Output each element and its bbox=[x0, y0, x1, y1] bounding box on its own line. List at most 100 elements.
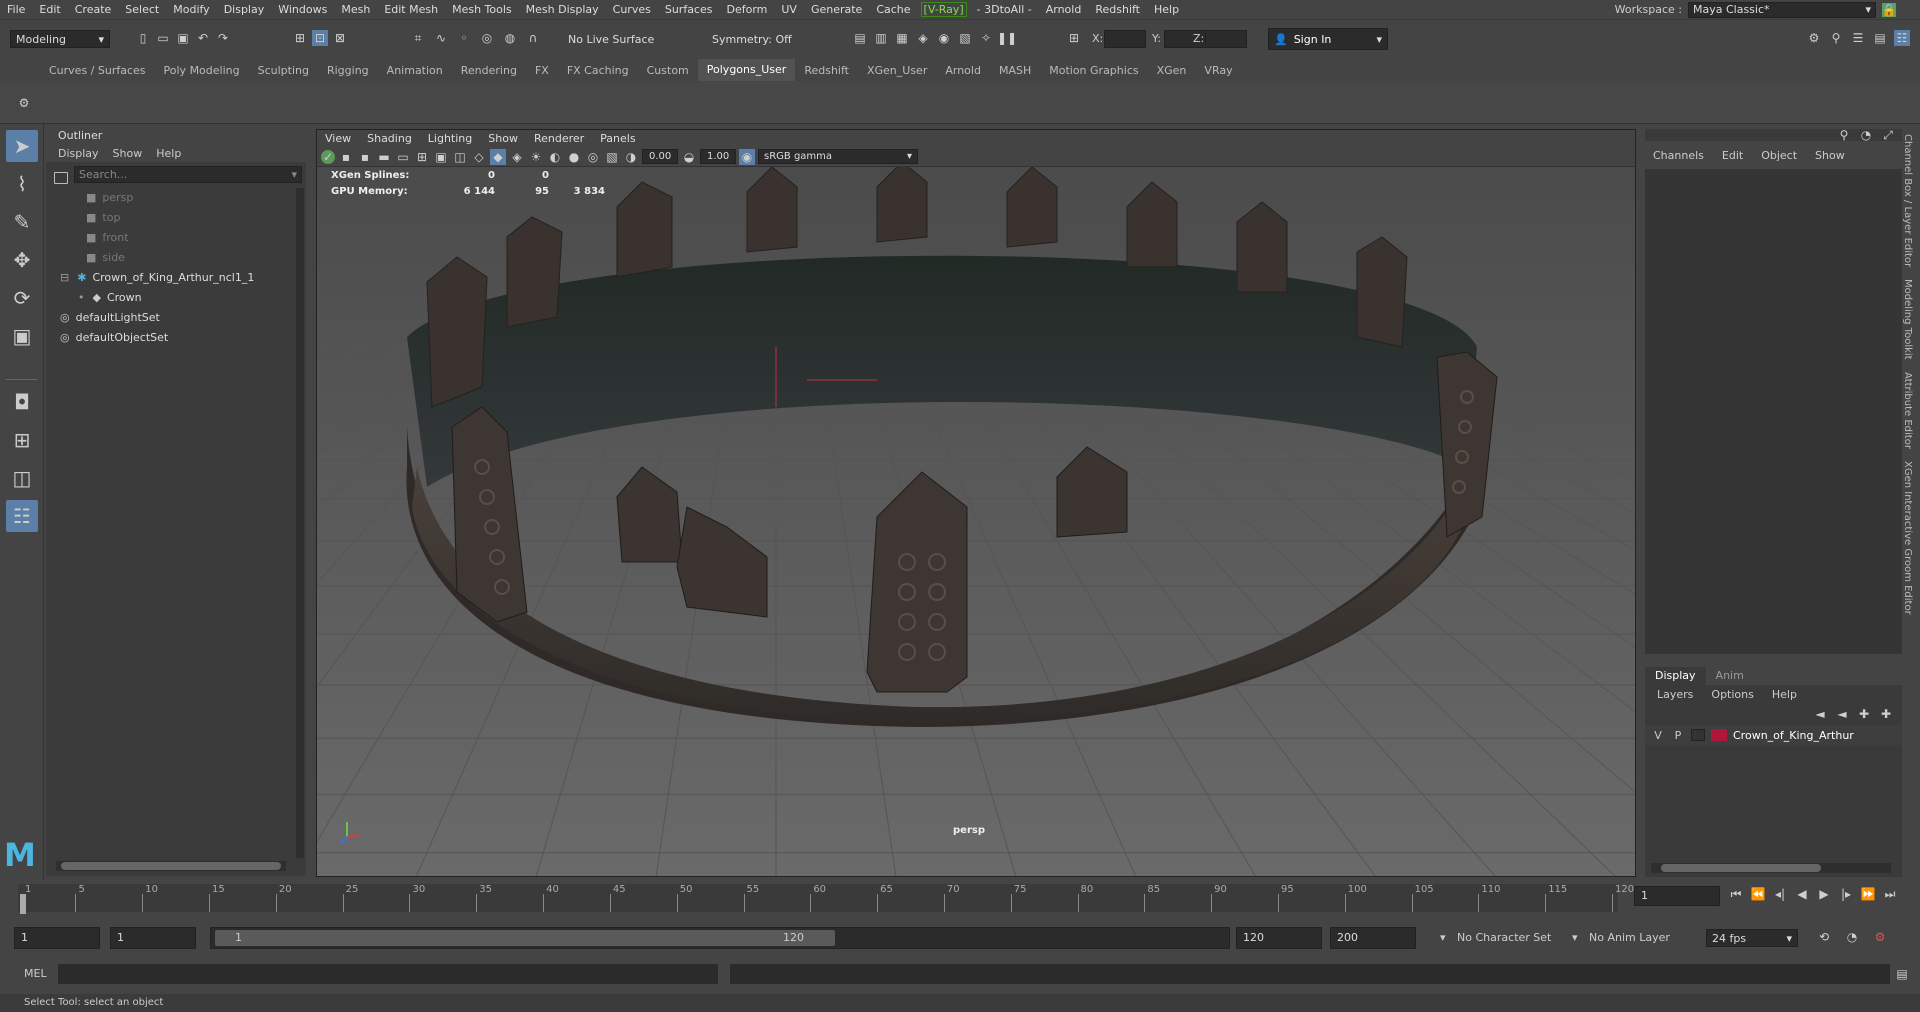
menu-edit-mesh[interactable]: Edit Mesh bbox=[377, 3, 445, 16]
shelf-settings-icon[interactable]: ⚙ bbox=[16, 95, 32, 111]
loop-icon[interactable]: ⟲ bbox=[1816, 929, 1832, 945]
go-to-end-icon[interactable]: ⏭ bbox=[1882, 886, 1898, 902]
outliner-menu-help[interactable]: Help bbox=[156, 147, 181, 160]
pause-icon[interactable]: ❚❚ bbox=[997, 30, 1017, 46]
snap-point-icon[interactable]: ◦ bbox=[456, 30, 472, 46]
go-to-start-icon[interactable]: ⏮ bbox=[1728, 886, 1744, 902]
layer-color-swatch[interactable] bbox=[1711, 729, 1727, 741]
time-slider[interactable]: 1 5 10 15 20 25 30 35 40 45 50 55 60 65 70 75 80 85 90 95 10… bbox=[0, 880, 1920, 916]
menu-surfaces[interactable]: Surfaces bbox=[658, 3, 720, 16]
anim-end-field[interactable]: 200 bbox=[1330, 927, 1416, 949]
menu-windows[interactable]: Windows bbox=[271, 3, 334, 16]
outliner-menu-show[interactable]: Show bbox=[113, 147, 143, 160]
menu-cache[interactable]: Cache bbox=[869, 3, 917, 16]
redo-icon[interactable]: ↷ bbox=[215, 30, 231, 46]
shelf-tab-poly-modeling[interactable]: Poly Modeling bbox=[155, 64, 249, 77]
outliner-item[interactable]: ■ top bbox=[46, 207, 306, 227]
layer-tab-display[interactable]: Display bbox=[1645, 667, 1706, 685]
viewport-menu-view[interactable]: View bbox=[317, 132, 359, 145]
step-forward-key-icon[interactable]: |▸ bbox=[1838, 886, 1854, 902]
modeling-toolkit-icon[interactable]: ⚙ bbox=[1806, 30, 1822, 46]
move-layer-up-icon[interactable]: ◄ bbox=[1812, 706, 1828, 722]
shelf-tab-xgen[interactable]: XGen bbox=[1148, 64, 1196, 77]
outliner-item[interactable]: • ◆ Crown bbox=[46, 287, 306, 307]
new-scene-icon[interactable]: ▯ bbox=[135, 30, 151, 46]
filter-icon[interactable] bbox=[54, 172, 68, 184]
side-tab-xgen-interactive-groom-editor[interactable]: XGen Interactive Groom Editor bbox=[1902, 455, 1913, 621]
play-forwards-icon[interactable]: ▶ bbox=[1816, 886, 1832, 902]
character-set-select[interactable]: ▾ No Character Set bbox=[1440, 931, 1551, 944]
hypershade-icon[interactable]: ◈ bbox=[915, 30, 931, 46]
playhead[interactable] bbox=[20, 894, 26, 914]
vray-ipr-icon[interactable]: ▧ bbox=[957, 30, 973, 46]
select-hierarchy-icon[interactable]: ⊞ bbox=[292, 30, 308, 46]
step-back-icon[interactable]: ⏪ bbox=[1750, 886, 1766, 902]
select-component-icon[interactable]: ⊠ bbox=[332, 30, 348, 46]
menu-display[interactable]: Display bbox=[217, 3, 272, 16]
gamma-field[interactable]: 1.00 bbox=[700, 149, 736, 164]
color-management-icon[interactable]: ◉ bbox=[739, 148, 755, 165]
camera-select-icon[interactable]: ✓ bbox=[321, 149, 335, 164]
four-view-icon[interactable]: ⊞ bbox=[6, 424, 38, 456]
open-scene-icon[interactable]: ▭ bbox=[155, 30, 171, 46]
shelf-tab-motion-graphics[interactable]: Motion Graphics bbox=[1040, 64, 1147, 77]
scene-canvas[interactable] bbox=[317, 167, 1636, 877]
outliner-item[interactable]: ⊟ ✱ Crown_of_King_Arthur_ncl1_1 bbox=[46, 267, 306, 287]
workspace-select[interactable]: Maya Classic* ▾ bbox=[1688, 1, 1876, 18]
lasso-tool-icon[interactable]: ⌇ bbox=[6, 168, 38, 200]
snap-grid-icon[interactable]: ⌗ bbox=[410, 30, 426, 46]
sync-icon[interactable]: ◔ bbox=[1858, 127, 1874, 143]
script-editor-icon[interactable]: ▤ bbox=[1894, 966, 1910, 982]
menu-generate[interactable]: Generate bbox=[804, 3, 869, 16]
menu-file[interactable]: File bbox=[0, 3, 32, 16]
menu-mesh-tools[interactable]: Mesh Tools bbox=[445, 3, 519, 16]
exposure-field[interactable]: 0.00 bbox=[642, 149, 678, 164]
snap-surface-icon[interactable]: ◍ bbox=[502, 30, 518, 46]
sign-in-button[interactable]: 👤 Sign In ▾ bbox=[1268, 28, 1388, 50]
attribute-editor-icon[interactable]: ☰ bbox=[1850, 30, 1866, 46]
menu-curves[interactable]: Curves bbox=[606, 3, 658, 16]
mel-input[interactable] bbox=[58, 964, 718, 984]
layer-name[interactable]: Crown_of_King_Arthur bbox=[1733, 729, 1854, 742]
move-layer-down-icon[interactable]: ◄ bbox=[1834, 706, 1850, 722]
transform-grid-icon[interactable]: ⊞ bbox=[1066, 30, 1082, 46]
paint-select-icon[interactable]: ✎ bbox=[6, 206, 38, 238]
anim-layer-select[interactable]: ▾ No Anim Layer bbox=[1572, 931, 1670, 944]
shelf-tab-rigging[interactable]: Rigging bbox=[318, 64, 378, 77]
playback-end-field[interactable]: 120 bbox=[1236, 927, 1322, 949]
z-field[interactable] bbox=[1205, 30, 1247, 48]
outliner-item[interactable]: ■ side bbox=[46, 247, 306, 267]
playback-start-field[interactable]: 1 bbox=[110, 927, 196, 949]
resolution-gate-icon[interactable]: ▣ bbox=[433, 149, 449, 165]
viewport-menu-panels[interactable]: Panels bbox=[592, 132, 643, 145]
menu-redshift[interactable]: Redshift bbox=[1088, 3, 1147, 16]
vray-render-icon[interactable]: ◉ bbox=[936, 30, 952, 46]
arnold-render-icon[interactable]: ✧ bbox=[978, 30, 994, 46]
symmetry-select[interactable]: Symmetry: Off bbox=[706, 30, 802, 48]
channel-menu-object[interactable]: Object bbox=[1761, 149, 1797, 162]
textured-icon[interactable]: ◈ bbox=[509, 149, 525, 165]
single-perspective-icon[interactable]: ◘ bbox=[6, 386, 38, 418]
shadows-icon[interactable]: ◐ bbox=[547, 149, 563, 165]
scale-tool-icon[interactable]: ▣ bbox=[6, 320, 38, 352]
range-bar[interactable]: 1 120 bbox=[210, 927, 1230, 949]
undo-icon[interactable]: ↶ bbox=[195, 30, 211, 46]
wireframe-icon[interactable]: ◇ bbox=[471, 149, 487, 165]
viewport-menu-renderer[interactable]: Renderer bbox=[526, 132, 592, 145]
new-layer-selected-icon[interactable]: ✚ bbox=[1878, 706, 1894, 722]
outliner-layout-icon[interactable]: ☷ bbox=[6, 500, 38, 532]
shelf-tab-vray[interactable]: VRay bbox=[1195, 64, 1241, 77]
image-plane-icon[interactable]: ▭ bbox=[395, 149, 411, 165]
fps-select[interactable]: 24 fps ▾ bbox=[1706, 929, 1798, 947]
range-handle[interactable] bbox=[215, 930, 835, 946]
viewport-menu-show[interactable]: Show bbox=[480, 132, 526, 145]
shelf-tab-arnold[interactable]: Arnold bbox=[936, 64, 990, 77]
rotate-tool-icon[interactable]: ⟳ bbox=[6, 282, 38, 314]
lock-icon[interactable]: 🔒 bbox=[1882, 2, 1896, 17]
shelf-tab-curves-surfaces[interactable]: Curves / Surfaces bbox=[40, 64, 155, 77]
new-layer-icon[interactable]: ✚ bbox=[1856, 706, 1872, 722]
select-tool-icon[interactable]: ➤ bbox=[6, 130, 38, 162]
anim-start-field[interactable]: 1 bbox=[14, 927, 100, 949]
side-tab-channel-box-layer-editor[interactable]: Channel Box / Layer Editor bbox=[1902, 128, 1913, 273]
shelf-tab-sculpting[interactable]: Sculpting bbox=[249, 64, 318, 77]
